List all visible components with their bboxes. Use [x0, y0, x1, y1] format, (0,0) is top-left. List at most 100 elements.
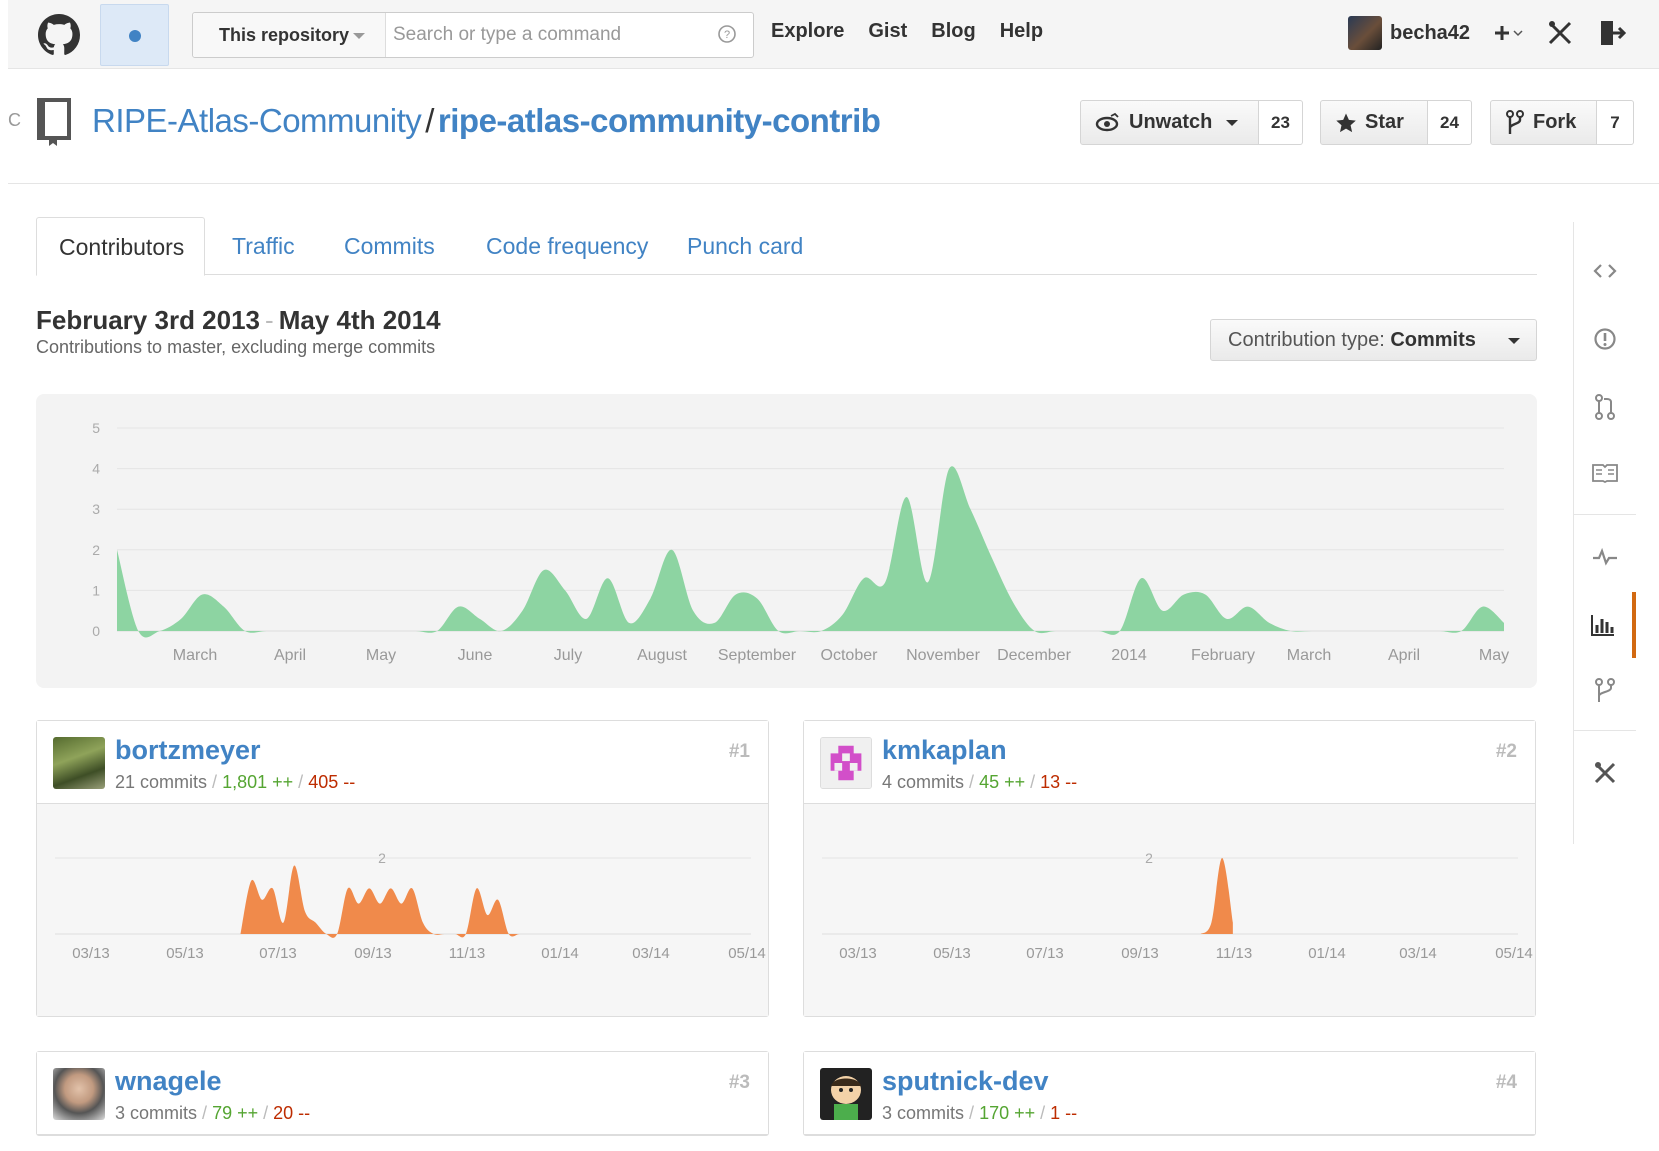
contributor-stats: 4 commits / 45 ++ / 13 --: [882, 772, 1077, 793]
sidebar-item-pull-requests[interactable]: [1574, 374, 1636, 440]
stat-separator: /: [1040, 1103, 1046, 1123]
sign-out-icon[interactable]: [1596, 18, 1626, 48]
contributor-rank: #3: [728, 1072, 750, 1093]
repo-name-link[interactable]: ripe-atlas-community-contrib: [438, 102, 881, 139]
avatar[interactable]: [53, 737, 105, 789]
star-button[interactable]: Star: [1320, 100, 1428, 145]
sidebar-item-settings[interactable]: [1574, 740, 1636, 806]
additions-count: 170 ++: [979, 1103, 1036, 1123]
tab-contributors[interactable]: Contributors: [36, 217, 205, 276]
sidebar-item-code[interactable]: [1574, 238, 1636, 304]
fork-button-group: Fork 7: [1490, 100, 1634, 145]
nav-gist[interactable]: Gist: [868, 20, 907, 43]
tab-punch-card[interactable]: Punch card: [665, 217, 825, 275]
sidebar-item-graphs[interactable]: [1574, 592, 1636, 658]
x-tick-label: August: [637, 647, 687, 664]
sidebar-item-issues[interactable]: [1574, 306, 1636, 372]
search-input[interactable]: [393, 21, 693, 49]
contributor-chart-svg: 2 03/13 05/13 07/13 09/13 11/13 01/14 03/14 05/1…: [822, 850, 1533, 962]
x-tick-label: June: [458, 647, 493, 664]
unwatch-button[interactable]: Unwatch: [1080, 100, 1259, 145]
contributor-name[interactable]: wnagele: [115, 1066, 222, 1097]
watchers-count[interactable]: 23: [1259, 100, 1303, 145]
repo-icon: [37, 98, 71, 146]
user-menu[interactable]: becha42: [1348, 16, 1470, 50]
stat-separator: /: [263, 1103, 269, 1123]
github-logo-icon[interactable]: [38, 14, 80, 56]
x-tick-label: 01/14: [1308, 945, 1346, 962]
notification-dot-icon: [129, 30, 141, 42]
date-range-heading: February 3rd 2013- May 4th 2014: [36, 305, 441, 336]
tab-code-frequency[interactable]: Code frequency: [464, 217, 670, 275]
range-start: February 3rd 2013: [36, 305, 261, 335]
sidebar-item-pulse[interactable]: [1574, 524, 1636, 590]
x-tick-label: 09/13: [354, 945, 392, 962]
contributor-name[interactable]: bortzmeyer: [115, 735, 261, 766]
y-tick-label: 5: [92, 420, 100, 436]
avatar[interactable]: [820, 737, 872, 789]
y-tick-label: 2: [378, 850, 386, 866]
y-tick-label: 3: [92, 501, 100, 517]
contributor-name[interactable]: kmkaplan: [882, 735, 1007, 766]
repo-owner-link[interactable]: RIPE-Atlas-Community: [92, 102, 422, 139]
x-tick-label: July: [554, 647, 582, 664]
forks-count[interactable]: 7: [1597, 100, 1634, 145]
nav-explore[interactable]: Explore: [771, 20, 844, 43]
search-box: This repository ?: [192, 12, 754, 58]
watch-button-group: Unwatch 23: [1080, 100, 1303, 145]
contribution-type-value: Commits: [1390, 329, 1476, 351]
x-tick-label: May: [366, 647, 396, 664]
notifications-button[interactable]: [100, 4, 169, 66]
x-tick-label: December: [997, 647, 1071, 664]
sidebar-divider: [1574, 730, 1636, 731]
commit-count: 4 commits: [882, 772, 965, 792]
stargazers-count[interactable]: 24: [1428, 100, 1472, 145]
contributor-card: wnagele 3 commits / 79 ++ / 20 -- #3: [36, 1051, 769, 1136]
sidebar-stub-text: C: [8, 110, 21, 130]
x-tick-label: March: [173, 647, 217, 664]
x-tick-label: 05/13: [933, 945, 971, 962]
avatar: [1348, 16, 1382, 50]
x-tick-label: 11/13: [449, 945, 485, 962]
sidebar-item-wiki[interactable]: [1574, 440, 1636, 506]
chevron-down-icon: [353, 33, 365, 39]
fork-icon: [1506, 109, 1524, 134]
x-tick-label: 05/14: [728, 945, 766, 962]
stat-separator: /: [202, 1103, 208, 1123]
plus-icon[interactable]: [1490, 18, 1526, 48]
graphs-icon: [1591, 615, 1614, 636]
nav-blog[interactable]: Blog: [931, 20, 975, 43]
contributor-rank: #2: [1495, 741, 1517, 762]
x-tick-label: February: [1191, 647, 1255, 664]
stat-separator: /: [969, 772, 975, 792]
tools-icon[interactable]: [1545, 18, 1575, 48]
tab-traffic[interactable]: Traffic: [210, 217, 317, 275]
avatar[interactable]: [53, 1068, 105, 1120]
contributor-card: bortzmeyer 21 commits / 1,801 ++ / 405 -…: [36, 720, 769, 1017]
eye-icon: [1095, 112, 1119, 131]
sidebar-item-network[interactable]: [1574, 658, 1636, 724]
contribution-type-select[interactable]: Contribution type: Commits: [1210, 319, 1537, 361]
x-tick-label: 07/13: [1026, 945, 1064, 962]
additions-count: 45 ++: [979, 772, 1026, 792]
search-scope-dropdown[interactable]: This repository: [193, 13, 386, 57]
code-icon: [1593, 264, 1617, 278]
x-tick-label: 11/13: [1216, 945, 1252, 962]
deletions-count: 13 --: [1040, 772, 1078, 792]
deletions-count: 1 --: [1050, 1103, 1078, 1123]
stat-separator: /: [298, 772, 304, 792]
fork-button[interactable]: Fork: [1490, 100, 1597, 145]
contributor-stats: 3 commits / 170 ++ / 1 --: [882, 1103, 1077, 1124]
contributor-stats: 3 commits / 79 ++ / 20 --: [115, 1103, 310, 1124]
contributor-name[interactable]: sputnick-dev: [882, 1066, 1049, 1097]
avatar[interactable]: [820, 1068, 872, 1120]
contributor-card-header: sputnick-dev 3 commits / 170 ++ / 1 -- #…: [804, 1052, 1535, 1135]
star-button-group: Star 24: [1320, 100, 1472, 145]
help-icon[interactable]: ?: [717, 24, 737, 44]
nav-help[interactable]: Help: [1000, 20, 1043, 43]
x-tick-label: 03/13: [839, 945, 877, 962]
username[interactable]: becha42: [1390, 22, 1470, 45]
tab-commits[interactable]: Commits: [322, 217, 457, 275]
unwatch-label: Unwatch: [1129, 111, 1213, 133]
contributions-chart-svg: 0 1 2 3 4 5 March April May June July August Septemb…: [92, 420, 1509, 664]
